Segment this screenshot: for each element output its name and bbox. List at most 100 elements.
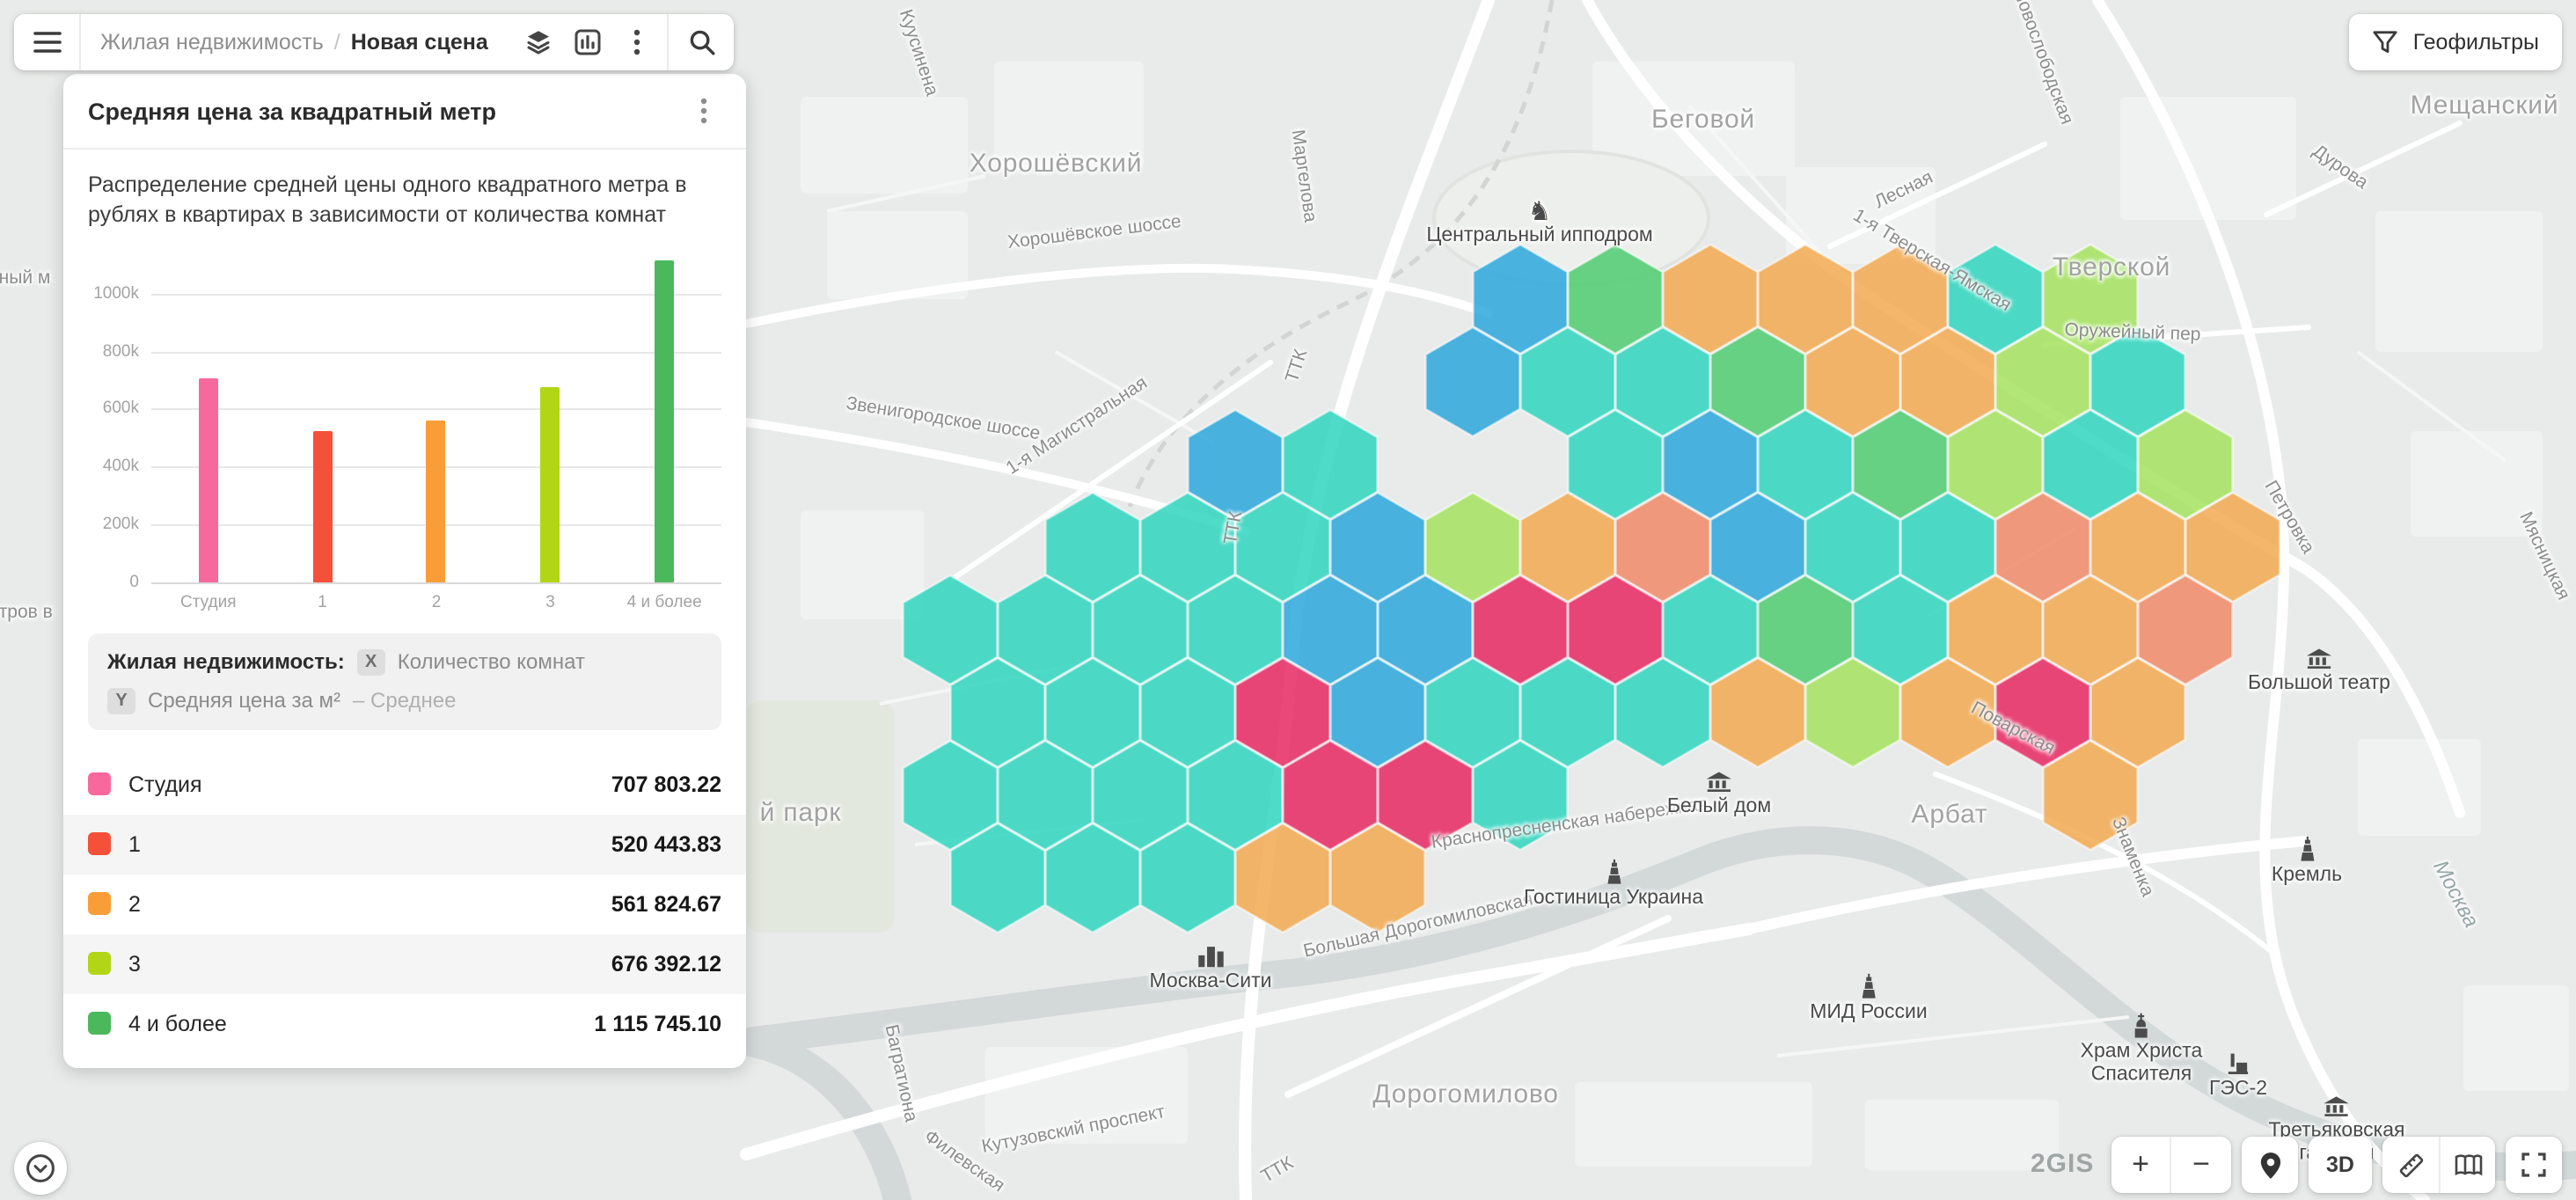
- legend-label: 1: [128, 831, 594, 856]
- map-label-street: Оружейный пер: [2064, 319, 2201, 345]
- poi-label: Белый дом: [1667, 796, 1771, 819]
- toolbar-icons: [508, 14, 668, 70]
- breadcrumb-current[interactable]: Новая сцена: [351, 30, 488, 55]
- more-button[interactable]: [615, 20, 659, 64]
- fullscreen-button[interactable]: [2506, 1137, 2562, 1193]
- y-aggregation-label: – Среднее: [353, 688, 456, 713]
- widget-card: Средняя цена за квадратный метр Распреде…: [63, 74, 746, 1067]
- layers-button[interactable]: [516, 20, 560, 64]
- legend-value: 1 115 745.10: [594, 1011, 721, 1035]
- chart-ytick-label: 0: [129, 572, 139, 591]
- top-toolbar: Жилая недвижимость / Новая сцена: [14, 14, 735, 70]
- geofilters-button[interactable]: Геофильтры: [2350, 14, 2562, 70]
- legend-label: 3: [128, 951, 594, 976]
- map-label-street: ТТК: [1258, 1152, 1298, 1188]
- map-label-street: Лесная: [1871, 167, 1936, 214]
- zoom-out-button[interactable]: −: [2171, 1137, 2231, 1193]
- legend-row[interactable]: 2 561 824.67: [63, 874, 746, 933]
- poi-label: Кремль: [2272, 865, 2342, 888]
- poi-label: Большой театр: [2248, 673, 2390, 696]
- chart-bar-4[interactable]: [541, 387, 560, 582]
- chart-ytick-label: 600k: [103, 399, 139, 419]
- chart-bar-2[interactable]: [312, 432, 332, 582]
- dataset-y-line: Y Средняя цена за м² – Среднее: [107, 687, 702, 713]
- map-label-street: Мясницкая: [2514, 509, 2573, 604]
- skyscrapers-icon: [1197, 945, 1225, 968]
- map-label-district: Хорошёвский: [970, 149, 1143, 179]
- legend-row[interactable]: Студия707 803.22: [63, 754, 746, 814]
- poi-label: Центральный ипподром: [1426, 225, 1652, 248]
- legend-row[interactable]: 4 и более1 115 745.10: [63, 993, 746, 1053]
- legend-label: 2: [128, 891, 594, 916]
- search-button[interactable]: [668, 14, 735, 70]
- map-label-street: Дурова: [2309, 141, 2372, 194]
- fullscreen-icon: [2521, 1152, 2546, 1177]
- chart-bar-slot: [379, 256, 494, 582]
- chart-xtick-label: 4 и более: [607, 592, 721, 611]
- chart-ytick-label: 400k: [103, 457, 139, 476]
- kebab-icon: [700, 97, 707, 125]
- map-label-district: й парк: [760, 798, 842, 828]
- zoom-in-button[interactable]: +: [2111, 1137, 2171, 1193]
- map-label-poi: Гостиница Украина: [1524, 860, 1703, 911]
- app-root: ХорошёвскийБеговойТверскойМещанскийАрбат…: [0, 0, 2576, 1200]
- factory-icon: [2227, 1052, 2250, 1075]
- poi-label: ГЭС-2: [2209, 1079, 2267, 1101]
- dataset-x-line: Жилая недвижимость: X Количество комнат: [107, 648, 702, 675]
- legend-value: 676 392.12: [611, 951, 721, 976]
- chart-bar-slot: [607, 256, 721, 582]
- ruler-button[interactable]: [2382, 1137, 2439, 1193]
- tower-icon: [1861, 974, 1877, 999]
- menu-button[interactable]: [14, 14, 81, 70]
- tower-icon: [2299, 837, 2315, 861]
- chart-bar-1[interactable]: [199, 377, 218, 582]
- chart-bar-slot: [266, 256, 380, 582]
- map-label-street: ный м: [0, 267, 50, 289]
- widget-title: Средняя цена за квадратный метр: [88, 98, 496, 124]
- map-label-poi: Храм Христа Спасителя: [2081, 1013, 2203, 1088]
- map-label-street: Кутузовский проспект: [980, 1101, 1167, 1158]
- chart-ytick-label: 1000k: [93, 284, 139, 304]
- map-label-street: ТТК: [1282, 347, 1313, 384]
- chart-xtick-label: 2: [379, 592, 494, 611]
- widgets-button[interactable]: [566, 20, 610, 64]
- chart-bars: [151, 256, 721, 582]
- map-label-district: Мещанский: [2411, 91, 2559, 121]
- chart-bar-5[interactable]: [655, 260, 674, 582]
- breadcrumb-separator: /: [334, 30, 340, 55]
- breadcrumb-section[interactable]: Жилая недвижимость: [100, 30, 324, 55]
- dataset-info: Жилая недвижимость: X Количество комнат …: [88, 633, 721, 729]
- map-label-street: Звенигородское шоссе: [845, 393, 1042, 445]
- legend-swatch: [88, 832, 111, 855]
- map-label-street: стров в: [0, 602, 53, 623]
- legend-label: Студия: [128, 772, 594, 796]
- 3d-mode-button[interactable]: 3D: [2309, 1137, 2372, 1193]
- map-label-poi: МИД России: [1810, 974, 1928, 1025]
- widget-description: Распределение средней цены одного квадра…: [63, 150, 746, 238]
- building-icon: [2324, 1096, 2350, 1117]
- ruler-icon: [2396, 1150, 2426, 1180]
- chart-bar-3[interactable]: [427, 420, 446, 582]
- hamburger-icon: [33, 30, 61, 55]
- legend-row[interactable]: 3 676 392.12: [63, 933, 746, 993]
- building-icon: [2306, 648, 2332, 670]
- geofilters-label: Геофильтры: [2413, 30, 2539, 55]
- chart-ytick-label: 200k: [103, 515, 139, 534]
- funnel-icon: [2373, 30, 2399, 55]
- map-label-district: Беговой: [1651, 105, 1755, 135]
- locate-button[interactable]: [2242, 1137, 2298, 1193]
- map-label-street: Поварская: [1967, 698, 2058, 759]
- legend-value: 561 824.67: [611, 891, 721, 916]
- zoom-control: + −: [2111, 1137, 2231, 1193]
- legend-row[interactable]: 1520 443.83: [63, 814, 746, 874]
- poi-label: Москва-Сити: [1149, 971, 1271, 994]
- map-label-street: Петровка: [2260, 477, 2319, 557]
- map-legend-button[interactable]: [2439, 1137, 2495, 1193]
- layers-icon: [524, 28, 553, 56]
- map-label-district: Дорогомилово: [1372, 1079, 1559, 1109]
- map-label-street: Куусинена: [895, 7, 942, 99]
- collapse-panel-button[interactable]: [14, 1142, 67, 1195]
- poi-label: Гостиница Украина: [1524, 888, 1703, 911]
- bar-chart: 0200k400k600k800k1000k Студия1234 и боле…: [88, 256, 721, 611]
- widget-menu-button[interactable]: [686, 93, 721, 128]
